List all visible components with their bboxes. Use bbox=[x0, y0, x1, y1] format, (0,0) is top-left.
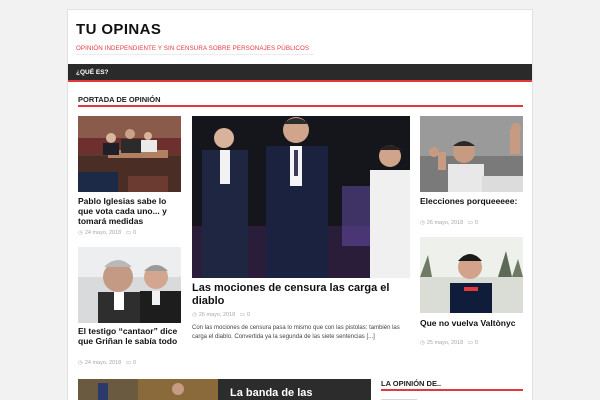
comment-icon: ▭ bbox=[125, 230, 131, 236]
post-thumbnail-valtonyc[interactable] bbox=[420, 237, 523, 313]
post-title-mociones-censura[interactable]: Las mociones de censura las carga el dia… bbox=[192, 282, 412, 308]
clock-icon: ◷ bbox=[420, 220, 425, 226]
post-meta-elecciones: ◷ 26 mayo, 2018 ▭ 0 bbox=[420, 220, 478, 226]
post-thumbnail-elecciones[interactable] bbox=[420, 116, 523, 192]
section-title: PORTADA DE OPINIÓN bbox=[78, 95, 161, 104]
bottom-feature-title[interactable]: La banda de las bbox=[230, 387, 313, 399]
comment-icon: ▭ bbox=[467, 340, 473, 346]
clock-icon: ◷ bbox=[78, 360, 83, 366]
post-meta-el-testigo: ◷ 24 mayo, 2018 ▭ 0 bbox=[78, 360, 136, 366]
post-title-elecciones[interactable]: Elecciones porqueeeee: bbox=[420, 196, 525, 206]
post-thumbnail-pablo-iglesias[interactable] bbox=[78, 116, 181, 192]
post-excerpt-mociones-censura: Con las mociones de censura pasa lo mism… bbox=[192, 325, 400, 341]
sidebar-title: LA OPINIÓN DE.. bbox=[381, 379, 442, 388]
page-container: TU OPINAS OPINIÓN INDEPENDIENTE Y SIN CE… bbox=[67, 9, 533, 400]
post-title-valtonyc[interactable]: Que no vuelva Valtònyc bbox=[420, 318, 525, 328]
comment-icon: ▭ bbox=[467, 220, 473, 226]
clock-icon: ◷ bbox=[192, 312, 197, 318]
post-title-pablo-iglesias[interactable]: Pablo Iglesias sabe lo que vota cada uno… bbox=[78, 196, 183, 227]
clock-icon: ◷ bbox=[420, 340, 425, 346]
post-meta-valtonyc: ◷ 25 mayo, 2018 ▭ 0 bbox=[420, 340, 478, 346]
main-navigation: ¿QUÉ ES? bbox=[68, 64, 532, 82]
post-title-el-testigo[interactable]: El testigo “cantaor” dice que Griñan le … bbox=[78, 326, 183, 346]
comment-icon: ▭ bbox=[125, 360, 131, 366]
post-thumbnail-mociones-censura[interactable] bbox=[192, 116, 410, 278]
section-divider bbox=[78, 105, 523, 107]
description-divider bbox=[76, 54, 314, 55]
comment-icon: ▭ bbox=[239, 312, 245, 318]
sidebar-divider bbox=[381, 389, 523, 391]
nav-item-que-es[interactable]: ¿QUÉ ES? bbox=[76, 69, 109, 76]
site-title[interactable]: TU OPINAS bbox=[76, 21, 161, 38]
site-description: OPINIÓN INDEPENDIENTE Y SIN CENSURA SOBR… bbox=[76, 45, 310, 52]
post-meta-pablo-iglesias: ◷ 24 mayo, 2018 ▭ 0 bbox=[78, 230, 136, 236]
bottom-feature-post[interactable]: La banda de las bbox=[78, 379, 371, 400]
post-thumbnail-el-testigo[interactable] bbox=[78, 247, 181, 323]
clock-icon: ◷ bbox=[78, 230, 83, 236]
post-meta-mociones-censura: ◷ 26 mayo, 2018 ▭ 0 bbox=[192, 312, 250, 318]
